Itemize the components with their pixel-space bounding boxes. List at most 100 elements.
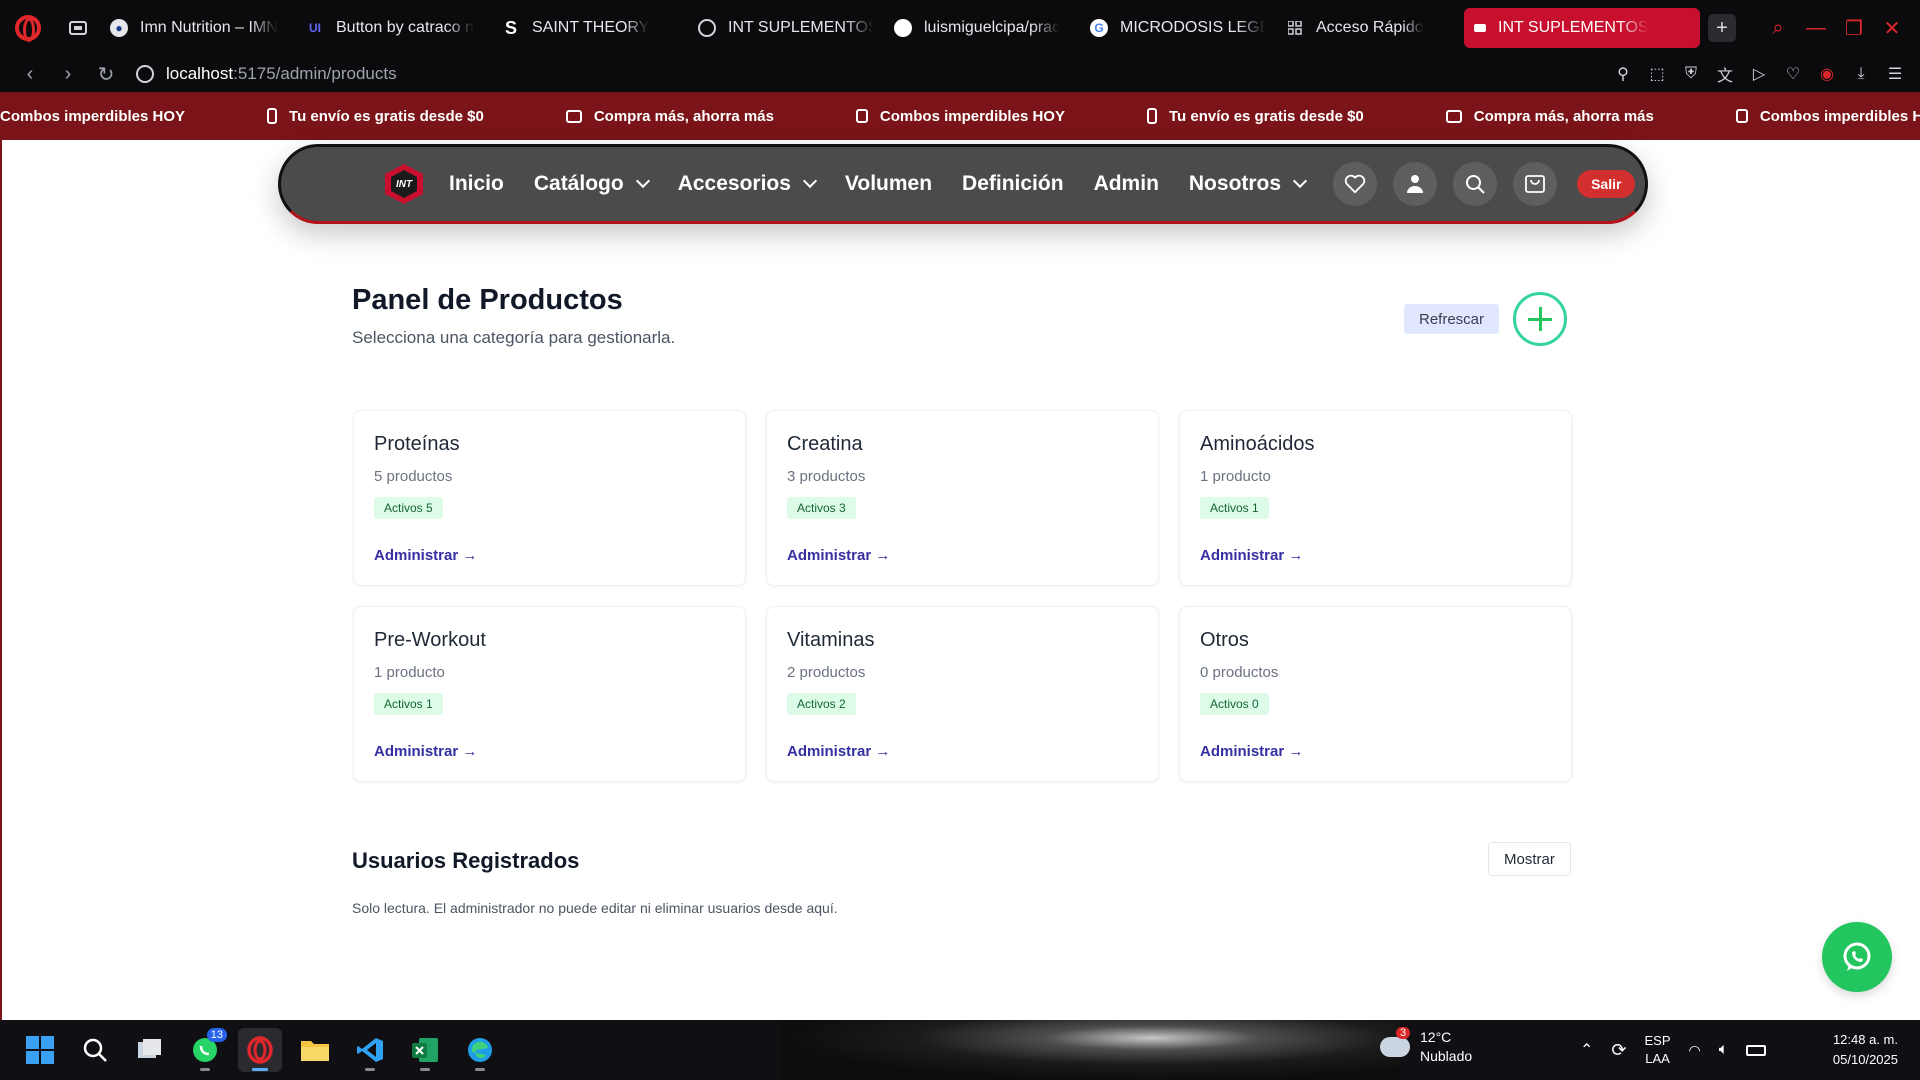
page-title: Panel de Productos (352, 284, 623, 316)
send-icon[interactable]: ▷ (1750, 64, 1768, 84)
browser-tab[interactable]: ● Imn Nutrition – IMN (100, 8, 296, 48)
search-tabs-icon[interactable]: ⌕ (1768, 17, 1788, 40)
active-badge: Activos 0 (1200, 693, 1269, 715)
promo-item: Tu envío es gratis desde $0 (1146, 108, 1364, 125)
search-icon[interactable] (1453, 162, 1498, 206)
nav-link-definicion[interactable]: Definición (962, 172, 1064, 196)
browser-tab-active[interactable]: INT SUPLEMENTOS (1464, 8, 1700, 48)
nav-link-accesorios[interactable]: Accesorios (678, 172, 817, 196)
excel-icon[interactable] (403, 1028, 447, 1072)
browser-tab[interactable]: INT SUPLEMENTOS (688, 8, 884, 48)
opera-app-icon[interactable] (238, 1028, 282, 1072)
card-icon (565, 109, 582, 123)
chevron-down-icon (1293, 173, 1308, 189)
administrar-link[interactable]: Administrar → (1200, 743, 1303, 760)
category-count: 1 producto (374, 664, 445, 681)
minimize-icon[interactable]: — (1806, 17, 1826, 40)
site-info-icon[interactable] (136, 65, 154, 83)
browser-tab[interactable]: UI Button by catraco n (296, 8, 492, 48)
category-name: Proteínas (374, 433, 460, 455)
nav-link-nosotros[interactable]: Nosotros (1189, 172, 1308, 196)
promo-item: Combos imperdibles HO (1735, 108, 1920, 125)
nav-link-inicio[interactable]: Inicio (449, 172, 504, 196)
tab-islands-icon[interactable] (56, 0, 100, 56)
edge-icon[interactable] (458, 1028, 502, 1072)
administrar-link[interactable]: Administrar → (1200, 547, 1303, 564)
browser-tab[interactable]: Acceso Rápido (1276, 8, 1456, 48)
download-icon[interactable]: ⤓ (1852, 65, 1870, 83)
add-product-plus-icon[interactable] (1513, 292, 1567, 346)
chevron-down-icon (802, 173, 817, 189)
os-taskbar: 13 3 12°C Nublado ⌃ ⟳ ESP LAA ◠ 🔈︎ 12:48 a… (0, 1020, 1920, 1080)
administrar-link[interactable]: Administrar → (374, 547, 477, 564)
imn-favicon-icon: ● (110, 19, 128, 37)
category-card: Vitaminas 2 productos Activos 2 Administ… (766, 606, 1159, 782)
administrar-link[interactable]: Administrar → (787, 547, 890, 564)
brand-logo[interactable]: INT (385, 164, 423, 204)
adblock-icon[interactable]: ⛨ (1682, 65, 1700, 83)
phone-icon (267, 108, 278, 124)
logout-button[interactable]: Salir (1577, 170, 1636, 198)
taskbar-search-icon[interactable] (73, 1028, 117, 1072)
promo-item: Combos imperdibles HOY (855, 108, 1065, 125)
snapshot-icon[interactable]: ⬚ (1648, 64, 1666, 84)
close-window-icon[interactable]: ✕ (1882, 16, 1902, 41)
category-count: 0 productos (1200, 664, 1279, 681)
weather-widget[interactable]: 3 12°C Nublado (1380, 1027, 1472, 1066)
category-grid: Proteínas 5 productos Activos 5 Administ… (353, 410, 1573, 782)
show-users-button[interactable]: Mostrar (1488, 842, 1571, 876)
whatsapp-app-icon[interactable]: 13 (183, 1028, 227, 1072)
restore-icon[interactable]: ❐ (1844, 16, 1864, 41)
globe-favicon-icon (698, 19, 716, 37)
lock-icon (1735, 109, 1748, 123)
new-tab-icon[interactable]: + (1708, 14, 1736, 42)
task-view-icon[interactable] (128, 1028, 172, 1072)
easy-setup-icon[interactable]: ☰ (1886, 64, 1904, 84)
category-card: Pre-Workout 1 producto Activos 1 Adminis… (353, 606, 746, 782)
forward-icon[interactable]: › (52, 58, 84, 90)
heart-icon[interactable]: ♡ (1784, 64, 1802, 84)
browser-tab[interactable]: S SAINT THEORY (492, 8, 688, 48)
category-name: Aminoácidos (1200, 433, 1315, 455)
volume-icon[interactable]: 🔈︎ (1719, 1041, 1729, 1059)
browser-tab[interactable]: G MICRODOSIS LEGE (1080, 8, 1276, 48)
page-subtitle: Selecciona una categoría para gestionarl… (352, 328, 676, 347)
wifi-icon[interactable]: ◠ (1689, 1042, 1701, 1059)
tray-chevron-up-icon[interactable]: ⌃ (1580, 1040, 1593, 1060)
translate-icon[interactable]: 文 (1716, 62, 1734, 86)
nav-link-volumen[interactable]: Volumen (845, 172, 932, 196)
whatsapp-icon[interactable] (1822, 922, 1892, 992)
refresh-button[interactable]: Refrescar (1404, 304, 1500, 334)
chevron-down-icon (635, 173, 650, 189)
administrar-link[interactable]: Administrar → (787, 743, 890, 760)
administrar-link[interactable]: Administrar → (374, 743, 477, 760)
reload-icon[interactable]: ↻ (90, 58, 122, 90)
back-icon[interactable]: ‹ (14, 58, 46, 90)
category-count: 5 productos (374, 468, 453, 485)
notification-badge: 13 (206, 1028, 227, 1042)
url-field[interactable]: localhost:5175/admin/products (136, 64, 397, 84)
pin-icon[interactable]: ⚲ (1614, 64, 1632, 84)
file-explorer-icon[interactable] (293, 1028, 337, 1072)
promo-item: Combos imperdibles HOY (0, 107, 186, 125)
battery-icon[interactable] (1746, 1044, 1767, 1056)
profile-icon[interactable]: ◉ (1818, 64, 1836, 84)
page-viewport: INT Inicio Catálogo Accesorios Volumen D… (0, 140, 1920, 1020)
nav-link-admin[interactable]: Admin (1094, 172, 1159, 196)
windows-start-icon[interactable] (18, 1028, 62, 1072)
promo-item: Compra más, ahorra más (565, 108, 774, 125)
system-clock[interactable]: 12:48 a. m. 05/10/2025 (1818, 1030, 1898, 1070)
cart-icon[interactable] (1513, 162, 1558, 206)
favorites-heart-icon[interactable] (1333, 162, 1378, 206)
category-name: Vitaminas (787, 629, 875, 651)
browser-tab[interactable]: luismiguelcipa/prac (884, 8, 1080, 48)
address-bar: ‹ › ↻ localhost:5175/admin/products ⚲ ⬚ … (0, 56, 1920, 92)
language-indicator[interactable]: ESP LAA (1645, 1032, 1671, 1068)
vscode-icon[interactable] (348, 1028, 392, 1072)
active-badge: Activos 1 (374, 693, 443, 715)
saint-favicon-icon: S (504, 17, 517, 38)
user-account-icon[interactable] (1393, 162, 1438, 206)
sync-icon[interactable]: ⟳ (1611, 1040, 1626, 1061)
nav-link-catalogo[interactable]: Catálogo (534, 172, 650, 196)
opera-menu-icon[interactable] (0, 0, 56, 56)
